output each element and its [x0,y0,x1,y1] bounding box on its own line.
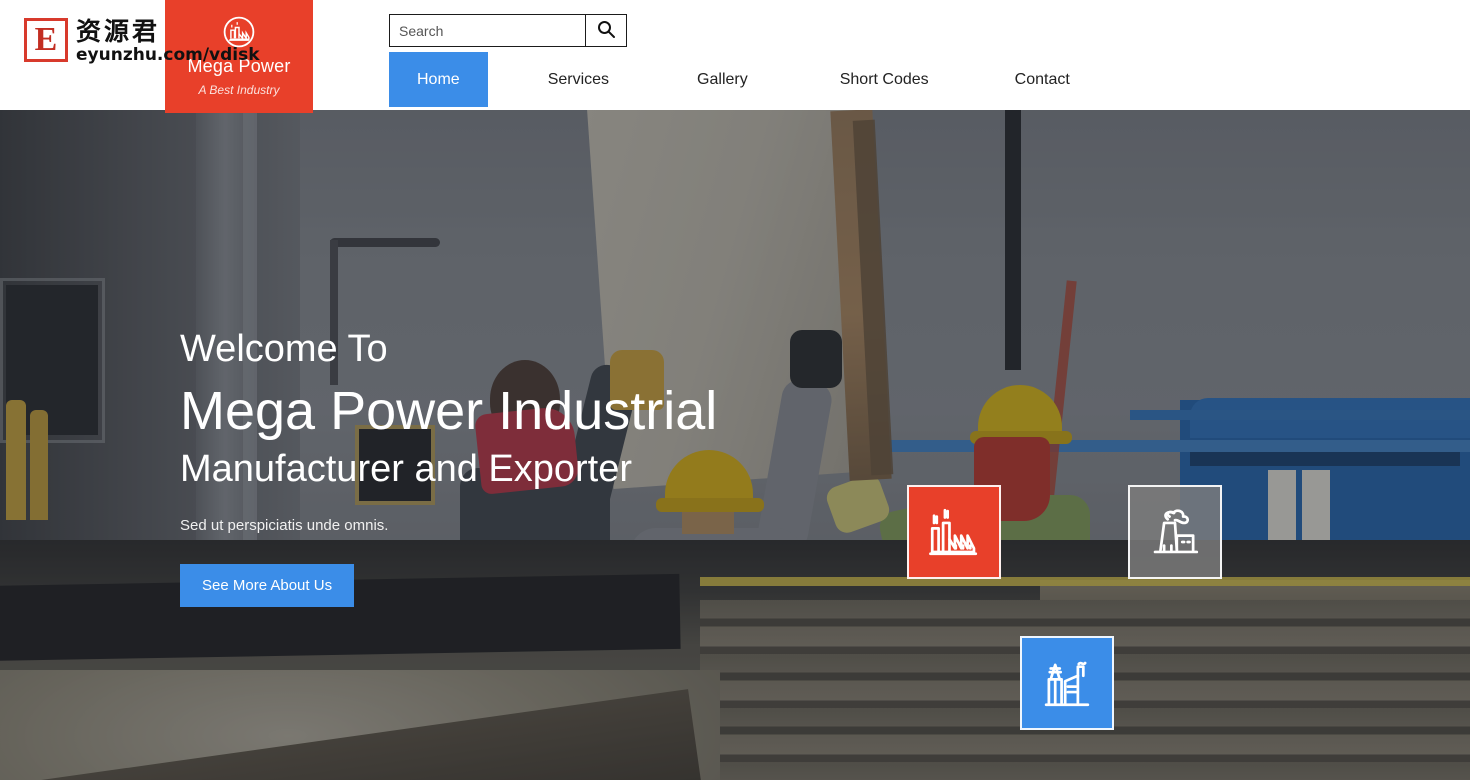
hero-section: Welcome To Mega Power Industrial Manufac… [0,110,1470,780]
search-input[interactable] [389,14,585,47]
factory-smoke-icon [1146,503,1204,561]
search-bar [389,14,627,47]
brand-tagline: A Best Industry [198,83,280,97]
nav-item-home[interactable]: Home [389,52,488,107]
watermark-chinese-text: 资源君 [76,17,161,46]
hero-title: Mega Power Industrial [180,380,718,441]
industrial-plant-icon [1038,654,1096,712]
watermark-logo: E 资源君 eyunzhu.com/vdisk [24,18,260,65]
nav-item-services[interactable]: Services [520,52,637,107]
hero-description: Sed ut perspiciatis unde omnis. [180,517,389,535]
factory-chimneys-icon [925,503,983,561]
search-icon [596,19,616,42]
main-navigation: Home Services Gallery Short Codes Contac… [389,52,1098,107]
see-more-about-us-button[interactable]: See More About Us [180,564,355,608]
nav-item-contact[interactable]: Contact [987,52,1098,107]
hero-welcome-text: Welcome To [180,328,388,370]
watermark-url: eyunzhu.com/vdisk [76,45,260,65]
watermark-badge-letter: E [24,18,68,62]
nav-item-short-codes[interactable]: Short Codes [812,52,957,107]
nav-item-gallery[interactable]: Gallery [669,52,776,107]
site-header: E 资源君 eyunzhu.com/vdisk Mega Power A Bes… [0,0,1470,113]
factory-smoke-icon-tile[interactable] [1128,485,1222,579]
hero-subtitle: Manufacturer and Exporter [180,448,633,491]
industrial-plant-icon-tile[interactable] [1020,636,1114,730]
hero-content: Welcome To Mega Power Industrial Manufac… [180,328,880,608]
search-button[interactable] [585,14,627,47]
factory-chimneys-icon-tile[interactable] [907,485,1001,579]
page-root: Welcome To Mega Power Industrial Manufac… [0,0,1470,780]
